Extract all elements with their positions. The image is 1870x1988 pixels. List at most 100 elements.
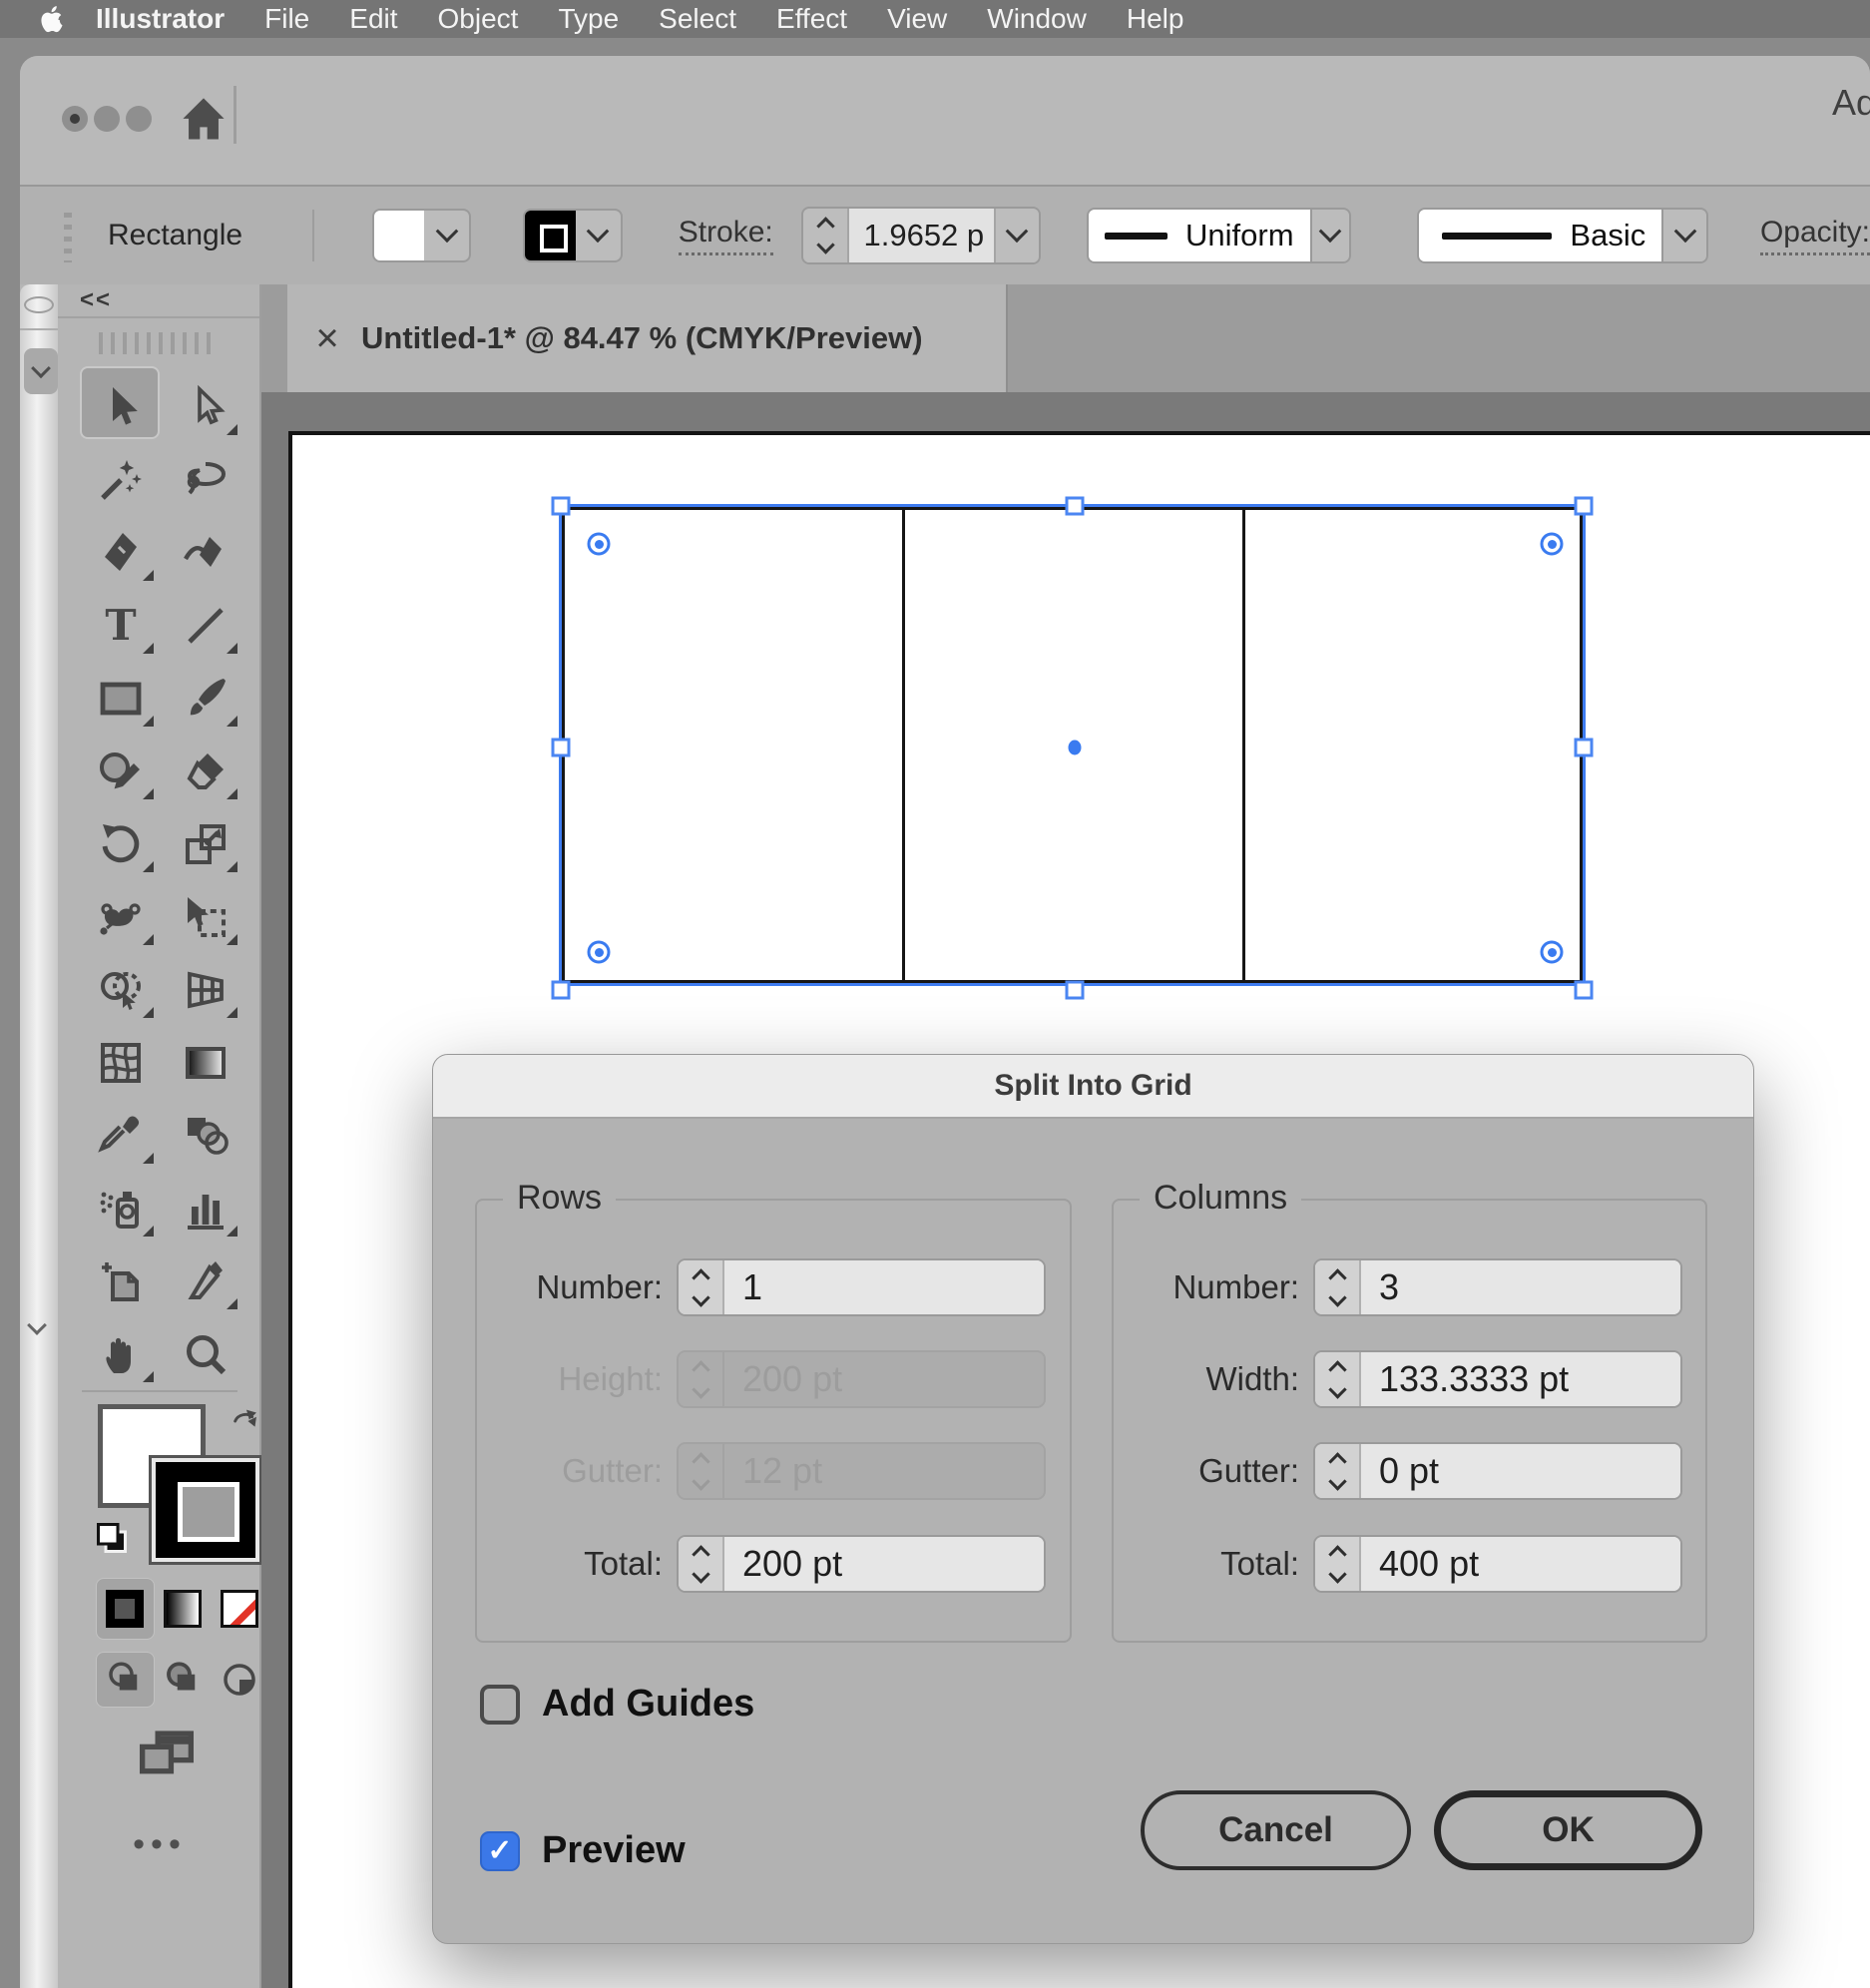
fill-color-control[interactable] [371,209,472,262]
tool-rectangle[interactable] [78,662,164,735]
menu-item-illustrator[interactable]: Illustrator [96,3,225,35]
tool-rotate[interactable] [78,807,164,880]
cancel-button[interactable]: Cancel [1141,1790,1411,1870]
columns-total-stepper[interactable] [1315,1537,1361,1591]
menu-item-object[interactable]: Object [438,3,519,35]
selection-handle-s[interactable] [1065,980,1085,1000]
corner-radius-widget[interactable] [1540,532,1564,556]
fill-swatch[interactable] [373,211,425,260]
menu-item-edit[interactable]: Edit [349,3,397,35]
tool-shape-builder[interactable] [78,953,164,1026]
add-guides-checkbox[interactable] [480,1684,520,1725]
tool-direct-selection[interactable] [164,370,247,443]
stroke-swatch[interactable] [525,211,576,260]
tool-eyedropper[interactable] [78,1099,164,1172]
collapse-panel-button[interactable]: << [80,286,112,314]
zoom-button[interactable] [126,106,152,132]
columns-total-input[interactable] [1361,1537,1680,1591]
menu-item-help[interactable]: Help [1127,3,1184,35]
draw-normal-button[interactable] [96,1652,155,1708]
tools-panel-grip[interactable] [99,332,219,354]
corner-radius-widget[interactable] [587,940,611,964]
tool-magic-wand[interactable] [78,443,164,516]
close-button[interactable] [62,106,88,132]
chevron-down-icon[interactable] [27,1315,47,1335]
tool-curvature-pen[interactable] [164,516,247,589]
tool-eraser[interactable] [164,735,247,807]
tool-type[interactable]: T [78,589,164,662]
tool-column-graph[interactable] [164,1172,247,1244]
columns-width-stepper[interactable] [1315,1352,1361,1406]
panel-expand-tab[interactable] [24,348,58,394]
selection-handle-ne[interactable] [1574,496,1594,516]
width-profile-select[interactable]: Uniform [1086,208,1351,263]
ok-button[interactable]: OK [1434,1790,1702,1870]
selection-handle-e[interactable] [1574,738,1594,757]
corner-radius-widget[interactable] [587,532,611,556]
stroke-weight-stepper[interactable] [802,209,848,262]
tool-shaper[interactable] [78,735,164,807]
fill-dropdown[interactable] [424,211,469,260]
brush-definition-select[interactable]: Basic [1416,208,1708,263]
tool-pen[interactable] [78,516,164,589]
tool-gradient[interactable] [164,1026,247,1099]
columns-gutter-input[interactable] [1361,1444,1680,1498]
menu-item-view[interactable]: View [887,3,947,35]
menu-item-effect[interactable]: Effect [776,3,847,35]
tool-artboard[interactable] [78,1244,164,1317]
apple-menu[interactable] [38,4,72,34]
tool-free-transform[interactable] [164,880,247,953]
tool-selection[interactable] [78,366,164,443]
edit-toolbar-button[interactable]: ••• [58,1825,261,1864]
opacity-label[interactable]: Opacity: [1759,216,1870,255]
minimize-button[interactable] [94,106,120,132]
preview-checkbox[interactable]: ✓ [480,1830,520,1871]
stroke-weight-dropdown[interactable] [993,209,1039,262]
stroke-weight-value[interactable]: 1.9652 p [847,209,994,262]
color-mode-color-button[interactable] [96,1578,155,1640]
selection-handle-se[interactable] [1574,980,1594,1000]
rows-number-input[interactable] [724,1260,1044,1314]
rows-number-stepper[interactable] [679,1260,724,1314]
document-tab[interactable]: × Untitled-1* @ 84.47 % (CMYK/Preview) [287,284,1008,392]
brush-definition-dropdown[interactable] [1661,210,1706,261]
center-point[interactable] [1068,740,1082,755]
menu-item-type[interactable]: Type [558,3,619,35]
width-profile-dropdown[interactable] [1309,210,1349,261]
stroke-weight-label[interactable]: Stroke: [678,216,773,255]
rows-total-stepper[interactable] [679,1537,724,1591]
draw-behind-button[interactable] [155,1652,212,1708]
rows-total-input[interactable] [724,1537,1044,1591]
stroke-proxy-swatch[interactable] [149,1455,262,1565]
selection-handle-sw[interactable] [551,980,571,1000]
stroke-dropdown[interactable] [576,211,621,260]
control-bar-grip[interactable] [64,213,72,262]
menu-item-select[interactable]: Select [659,3,736,35]
corner-radius-widget[interactable] [1540,940,1564,964]
default-fill-stroke-button[interactable] [94,1520,130,1561]
columns-number-input[interactable] [1361,1260,1680,1314]
selection-handle-w[interactable] [551,738,571,757]
columns-width-input[interactable] [1361,1352,1680,1406]
screen-mode-button[interactable] [136,1726,198,1786]
swap-fill-stroke-button[interactable] [230,1404,263,1443]
tool-blend[interactable] [164,1099,247,1172]
color-mode-none-button[interactable] [211,1578,267,1640]
tool-perspective-grid[interactable] [164,953,247,1026]
tool-hand[interactable] [78,1317,164,1390]
tool-line-segment[interactable] [164,589,247,662]
tool-width[interactable] [78,880,164,953]
selection-handle-n[interactable] [1065,496,1085,516]
draw-inside-button[interactable] [211,1652,267,1708]
tool-mesh[interactable] [78,1026,164,1099]
home-button[interactable] [178,94,230,151]
stroke-color-control[interactable] [523,209,623,262]
columns-gutter-stepper[interactable] [1315,1444,1361,1498]
menu-item-file[interactable]: File [264,3,309,35]
color-mode-gradient-button[interactable] [155,1578,212,1640]
tool-paintbrush[interactable] [164,662,247,735]
tool-scale[interactable] [164,807,247,880]
tool-symbol-sprayer[interactable] [78,1172,164,1244]
menu-item-window[interactable]: Window [987,3,1087,35]
tool-lasso[interactable] [164,443,247,516]
